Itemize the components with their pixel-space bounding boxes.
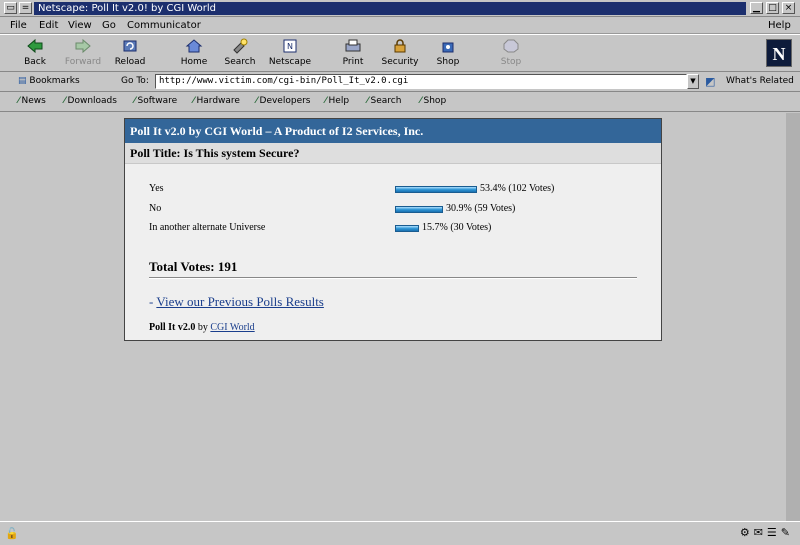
bookmark-icon: ⁄ [256,96,258,106]
reload-icon [123,40,137,52]
bookmarks-icon: ▤ [18,76,27,86]
bookmark-icon: ⁄ [367,96,369,106]
menu-file[interactable]: File [10,20,27,31]
svg-text:N: N [287,42,293,51]
personal-toolbar: ⁄ News ⁄ Downloads ⁄ Software ⁄ Hardware ⁄ De… [0,92,800,112]
poll-option-label: No [149,203,162,214]
goto-label: Go To: [121,76,149,86]
printer-icon [345,39,361,52]
whats-related-icon: ◩ [705,75,716,88]
close-button[interactable]: × [782,2,795,14]
previous-polls-link[interactable]: View our Previous Polls Results [156,294,324,309]
window-menu-button[interactable]: ▭ [4,2,17,14]
personal-item-search[interactable]: ⁄ Search [367,96,401,106]
bookmark-icon: ⁄ [193,96,195,106]
maximize-button[interactable]: □ [766,2,779,14]
netscape-button[interactable]: N Netscape [262,37,318,71]
total-votes: Total Votes: 191 [149,259,238,274]
poll-option-label: Yes [149,183,164,194]
security-lock-icon [394,39,406,53]
security-status-icon[interactable]: 🔓 [5,527,19,540]
window-titlebar: ▭ = Netscape: Poll It v2.0! by CGI World… [0,0,800,17]
personal-item-software[interactable]: ⁄ Software [134,96,177,106]
reload-button[interactable]: Reload [102,37,158,71]
personal-item-developers[interactable]: ⁄ Developers [256,96,311,106]
poll-result-value: 53.4% (102 Votes) [480,183,555,194]
poll-title: Poll Title: Is This system Secure? [125,143,661,164]
poll-result-bar [395,225,419,232]
bookmark-icon: ⁄ [325,96,327,106]
menu-help[interactable]: Help [768,20,791,31]
poll-credit: Poll It v2.0 by CGI World [149,322,255,333]
personal-item-help[interactable]: ⁄ Help [325,96,349,106]
shop-button[interactable]: Shop [420,37,476,71]
navigation-toolbar: Back Forward Reload Home Search N Netsca… [0,34,800,72]
poll-box: Poll It v2.0 by CGI World – A Product of… [124,118,662,341]
bookmark-icon: ⁄ [420,96,422,106]
menu-edit[interactable]: Edit [39,20,58,31]
menu-go[interactable]: Go [102,20,116,31]
minimize-button[interactable]: ▁ [750,2,763,14]
previous-polls-line: - View our Previous Polls Results [149,294,324,309]
mail-icon[interactable]: ✉ [754,526,767,539]
vertical-scrollbar[interactable] [786,113,800,521]
divider [149,277,637,279]
window-title: Netscape: Poll It v2.0! by CGI World [34,2,746,15]
whats-related-button[interactable]: What's Related [726,76,794,86]
poll-header: Poll It v2.0 by CGI World – A Product of… [125,119,661,143]
poll-result-bar [395,186,477,193]
bookmark-icon: ⁄ [18,96,20,106]
menu-communicator[interactable]: Communicator [127,20,201,31]
window-shade-button[interactable]: = [19,2,32,14]
personal-item-news[interactable]: ⁄ News [18,96,46,106]
poll-result-bar [395,206,443,213]
back-arrow-icon [27,38,43,54]
personal-item-hardware[interactable]: ⁄ Hardware [193,96,240,106]
composer-icon[interactable]: ✎ [781,526,794,539]
poll-result-value: 15.7% (30 Votes) [422,222,492,233]
menu-bar: File Edit View Go Communicator Help [0,17,800,34]
location-bar: ▤ Bookmarks Go To: http://www.victim.com… [0,72,800,92]
personal-item-downloads[interactable]: ⁄ Downloads [64,96,117,106]
cgi-world-link[interactable]: CGI World [210,322,254,333]
poll-option-label: In another alternate Universe [149,222,266,233]
page-content: Poll It v2.0 by CGI World – A Product of… [0,113,786,521]
forward-arrow-icon [75,38,91,54]
component-bar[interactable]: ⚙✉☰✎ [740,526,794,539]
search-flashlight-icon [233,38,248,54]
bookmark-icon: ⁄ [64,96,66,106]
bookmark-icon: ⁄ [134,96,136,106]
discussion-icon[interactable]: ☰ [767,526,781,539]
navigator-icon[interactable]: ⚙ [740,526,754,539]
bookmarks-button[interactable]: ▤ Bookmarks [18,76,80,86]
stop-icon [503,39,519,53]
shop-bag-icon [442,42,454,53]
netscape-icon: N [283,39,297,53]
poll-result-value: 30.9% (59 Votes) [446,203,516,214]
personal-item-shop[interactable]: ⁄ Shop [420,96,446,106]
url-dropdown-button[interactable]: ▼ [687,74,699,89]
url-input[interactable]: http://www.victim.com/cgi-bin/Poll_It_v2… [155,74,687,89]
stop-button[interactable]: Stop [483,37,539,71]
status-bar: 🔓 ⚙✉☰✎ [0,521,800,545]
menu-view[interactable]: View [68,20,92,31]
home-icon [185,39,203,53]
search-button[interactable]: Search [212,37,268,71]
netscape-throbber-logo[interactable]: N [766,39,792,67]
